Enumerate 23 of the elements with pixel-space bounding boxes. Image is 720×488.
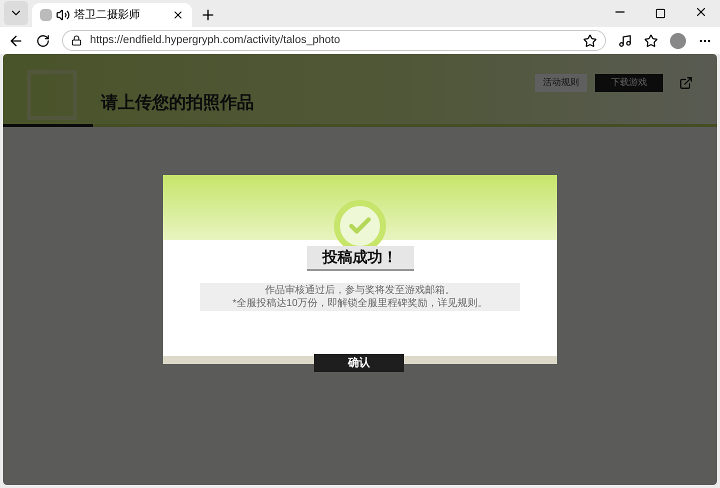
close-window-icon[interactable] — [694, 5, 708, 19]
favorites-icon[interactable] — [644, 34, 658, 48]
new-tab-icon[interactable] — [200, 7, 216, 23]
lock-icon — [71, 35, 82, 46]
back-icon[interactable] — [8, 32, 24, 48]
tab-title: 塔卫二摄影师 — [74, 8, 141, 23]
tab-list-button[interactable] — [4, 1, 28, 25]
browser-tab[interactable]: 塔卫二摄影师 — [32, 3, 192, 27]
profile-avatar[interactable] — [670, 32, 686, 48]
share-icon[interactable] — [679, 76, 693, 90]
speaker-icon[interactable] — [56, 8, 70, 22]
reload-icon[interactable] — [36, 34, 50, 48]
message-line: *全服投稿达10万份，即解锁全服里程碑奖励，详见规则。 — [232, 296, 488, 310]
address-bar[interactable]: https://endfield.hypergryph.com/activity/talos_photo — [62, 30, 606, 51]
favorite-star-icon[interactable] — [583, 34, 597, 48]
dialog-title: 投稿成功！ — [306, 246, 414, 270]
page-title: 请上传您的拍照作品 — [101, 92, 255, 114]
message-line: 作品审核通过后，参与奖将发至游戏邮箱。 — [265, 284, 455, 296]
confirm-button[interactable]: 确认 — [314, 354, 404, 372]
music-icon[interactable] — [618, 34, 632, 48]
url-text: https://endfield.hypergryph.com/activity/talos_photo — [90, 33, 342, 48]
maximize-icon[interactable] — [655, 8, 666, 19]
close-tab-icon[interactable] — [172, 9, 184, 21]
